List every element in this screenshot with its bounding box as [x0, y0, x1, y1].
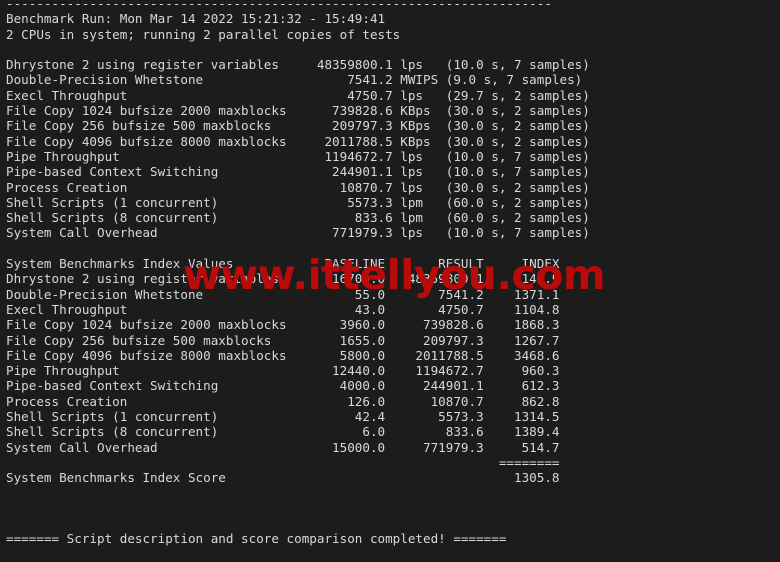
- terminal-window: ----------------------------------------…: [0, 0, 780, 562]
- console-output: ----------------------------------------…: [6, 0, 590, 547]
